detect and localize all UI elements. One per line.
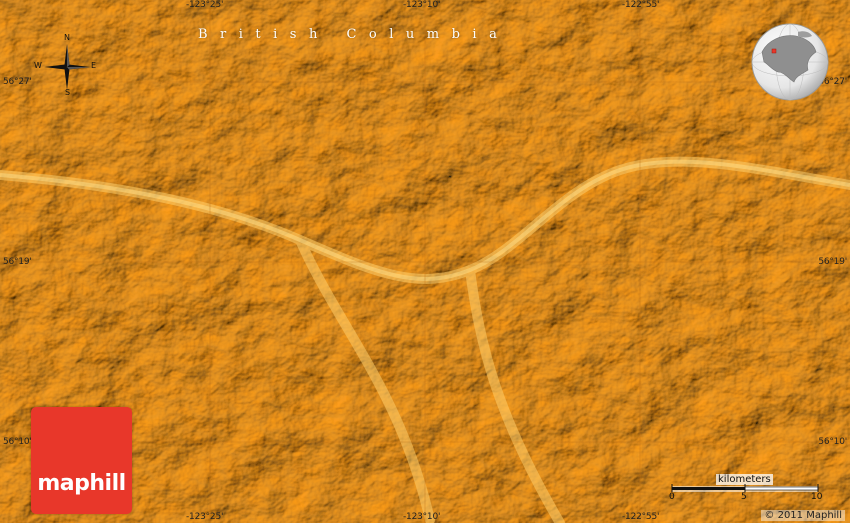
compass-e: E bbox=[91, 61, 97, 70]
coord-bottom-2: -123°10' bbox=[403, 512, 441, 522]
scale-tick-5: 5 bbox=[741, 492, 747, 502]
coord-left-3: 56°10' bbox=[3, 437, 32, 447]
compass-s: S bbox=[65, 88, 71, 97]
scale-tick-0: 0 bbox=[669, 492, 675, 502]
coord-top-2: -123°10' bbox=[403, 0, 441, 10]
coord-bottom-3: -122°55' bbox=[622, 512, 660, 522]
scale-tick-10: 10 bbox=[811, 492, 823, 502]
coord-right-2: 56°19' bbox=[818, 257, 847, 267]
scale-bar: kilometers 0 5 10 bbox=[668, 472, 828, 506]
logo-text: maphill bbox=[37, 471, 126, 496]
coord-bottom-1: -123°25' bbox=[186, 512, 224, 522]
copyright-notice[interactable]: © 2011 Maphill bbox=[761, 510, 845, 521]
region-label: British Columbia bbox=[198, 27, 510, 42]
scale-bar-graphic bbox=[671, 484, 819, 492]
globe-icon bbox=[751, 23, 829, 101]
compass-n: N bbox=[64, 33, 70, 42]
compass-w: W bbox=[34, 61, 42, 70]
coord-right-3: 56°10' bbox=[818, 437, 847, 447]
coord-left-1: 56°27' bbox=[3, 77, 32, 87]
map-canvas[interactable]: -123°25' -123°10' -122°55' -123°25' -123… bbox=[0, 0, 850, 523]
locator-globe bbox=[750, 22, 830, 102]
coord-top-3: -122°55' bbox=[622, 0, 660, 10]
compass-rose: N S W E bbox=[34, 33, 97, 97]
coord-top-1: -123°25' bbox=[186, 0, 224, 10]
maphill-logo[interactable]: maphill bbox=[31, 407, 132, 514]
coord-left-2: 56°19' bbox=[3, 257, 32, 267]
